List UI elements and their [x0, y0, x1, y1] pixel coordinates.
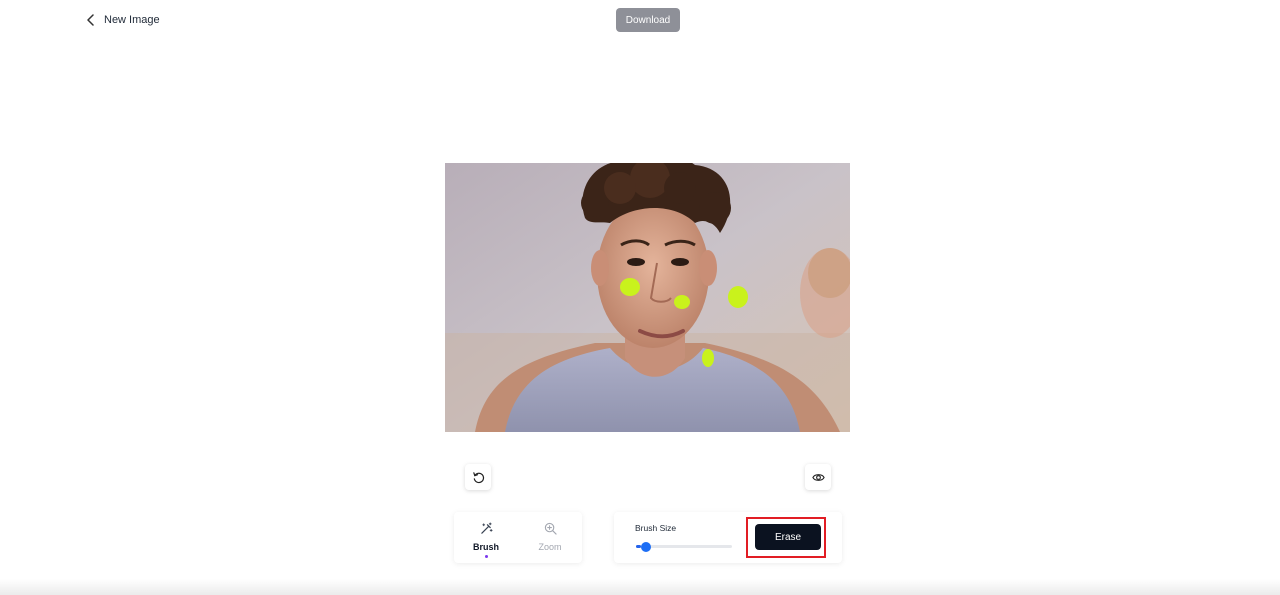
chevron-left-icon — [87, 14, 94, 26]
slider-thumb[interactable] — [640, 542, 651, 552]
bottom-shadow — [0, 579, 1280, 595]
edit-image[interactable] — [445, 163, 850, 432]
brush-size-label: Brush Size — [635, 523, 677, 533]
zoom-tool[interactable]: Zoom — [518, 512, 582, 563]
reset-button[interactable] — [465, 464, 491, 490]
brush-tool-label: Brush — [472, 542, 499, 552]
eye-icon — [811, 473, 825, 481]
zoom-tool-label: Zoom — [538, 542, 562, 552]
brush-size-slider[interactable] — [636, 542, 732, 552]
active-tool-indicator — [484, 555, 488, 558]
brush-settings-panel: Brush Size Erase — [614, 512, 842, 563]
brush-tool[interactable]: Brush — [454, 512, 518, 563]
back-label: New Image — [104, 14, 160, 26]
tools-panel: Brush Zoom — [454, 512, 582, 563]
rotate-ccw-icon — [472, 471, 484, 483]
preview-toggle-button[interactable] — [805, 464, 831, 490]
magic-wand-icon — [480, 522, 493, 534]
erase-button[interactable]: Erase — [755, 524, 821, 550]
zoom-in-icon — [544, 522, 557, 535]
back-button[interactable]: New Image — [86, 11, 160, 29]
download-button[interactable]: Download — [616, 8, 680, 32]
photo-canvas — [445, 163, 850, 432]
app-root: New Image Download Brush Zoom Brush Size… — [0, 0, 1280, 595]
